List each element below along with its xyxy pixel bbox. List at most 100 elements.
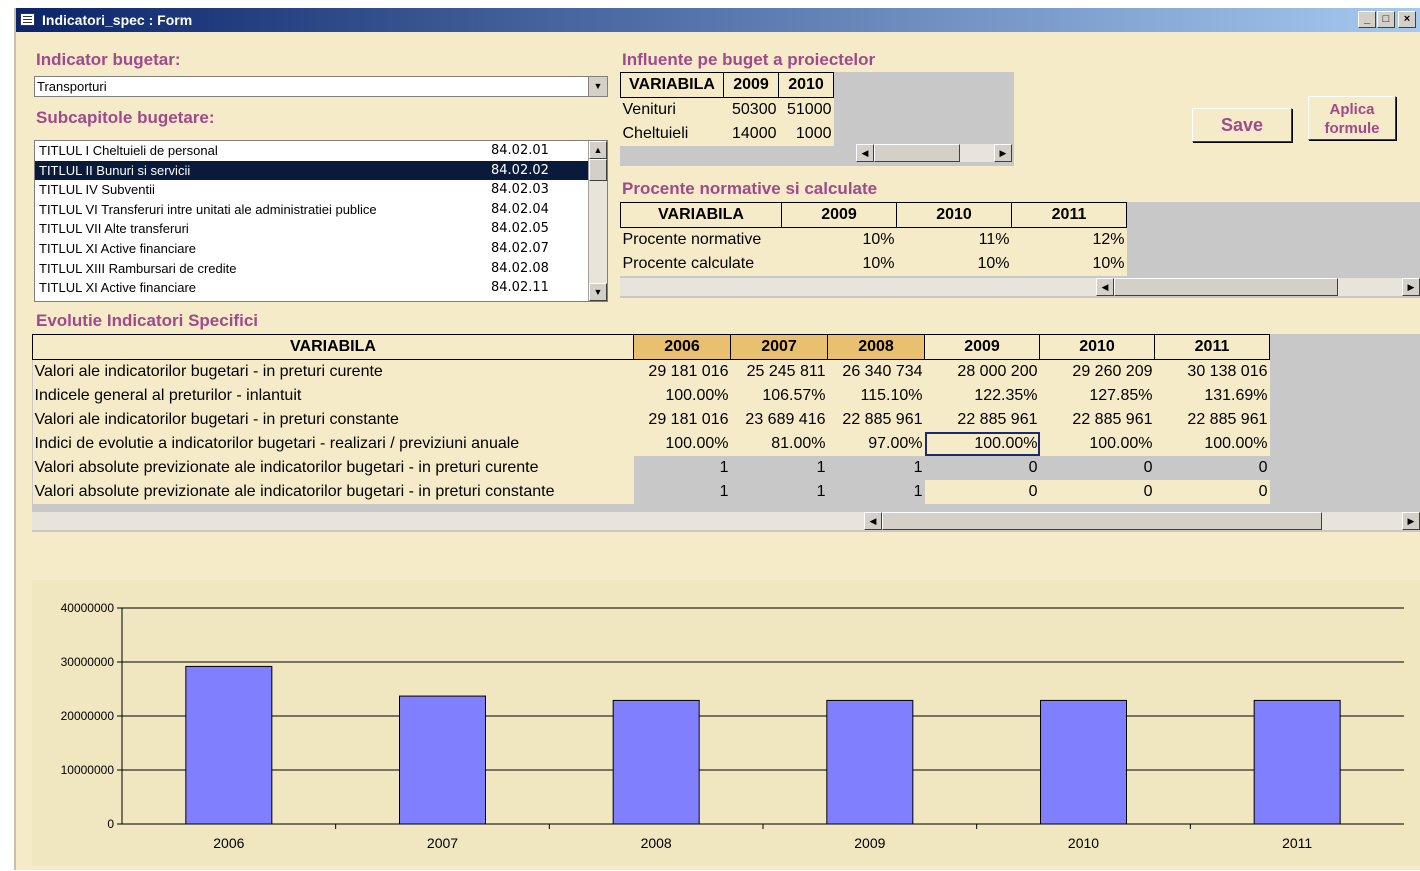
value-cell[interactable]: 50300	[723, 97, 779, 122]
column-header[interactable]: 2006	[633, 334, 731, 360]
scroll-thumb[interactable]	[589, 159, 607, 181]
subcapitole-scrollbar[interactable]: ▲ ▼	[588, 141, 607, 301]
value-cell[interactable]: 1	[730, 456, 828, 480]
list-item[interactable]: TITLUL XI Active financiare 84.02.07	[35, 239, 607, 259]
row-label-cell[interactable]: Indici de evolutie a indicatorilor buget…	[32, 432, 634, 456]
row-label-cell[interactable]: Procente calculate	[620, 252, 782, 276]
list-item[interactable]: TITLUL VII Alte transferuri 84.02.05	[35, 219, 607, 239]
minimize-button[interactable]: _	[1358, 11, 1376, 28]
value-cell[interactable]: 25 245 811	[730, 359, 828, 384]
value-cell[interactable]: 29 260 209	[1039, 359, 1155, 384]
subcapitole-listbox[interactable]: TITLUL I Cheltuieli de personal 84.02.01 T…	[34, 140, 608, 302]
value-cell[interactable]: 97.00%	[827, 432, 925, 456]
value-cell[interactable]: 23 689 416	[730, 408, 828, 432]
row-label-cell[interactable]: Valori ale indicatorilor bugetari - in p…	[32, 408, 634, 432]
value-cell[interactable]: 22 885 961	[1039, 408, 1155, 432]
value-cell[interactable]: 12%	[1011, 227, 1127, 252]
scroll-thumb[interactable]	[874, 144, 960, 162]
value-cell[interactable]: 115.10%	[827, 384, 925, 408]
table-row[interactable]: Procente normative 10% 11% 12%	[620, 227, 1127, 252]
value-cell[interactable]: 100.00%	[1154, 432, 1270, 456]
scroll-right-icon[interactable]: ▶	[1402, 278, 1420, 296]
list-item[interactable]: TITLUL II Bunuri si servicii 84.02.02	[35, 160, 607, 181]
influente-grid[interactable]: VARIABILA 2009 2010 Venituri 50300 51000 Chelt…	[620, 72, 1014, 166]
value-cell[interactable]: 106.57%	[730, 384, 828, 408]
column-header[interactable]: 2009	[924, 334, 1040, 360]
row-label-cell[interactable]: Procente normative	[620, 227, 782, 252]
column-header[interactable]: 2009	[723, 72, 779, 98]
value-cell[interactable]: 81.00%	[730, 432, 828, 456]
save-button[interactable]: Save	[1192, 108, 1292, 142]
value-cell[interactable]: 1	[633, 456, 731, 480]
value-cell[interactable]: 127.85%	[1039, 384, 1155, 408]
value-cell[interactable]: 30 138 016	[1154, 359, 1270, 384]
value-cell[interactable]: 122.35%	[924, 384, 1040, 408]
column-header[interactable]: VARIABILA	[32, 334, 634, 360]
list-item[interactable]: TITLUL XI Active financiare 84.02.11	[35, 278, 607, 298]
scroll-right-icon[interactable]: ▶	[994, 144, 1012, 162]
table-row[interactable]: Valori ale indicatorilor bugetari - in p…	[32, 359, 1270, 384]
table-row[interactable]: Venituri 50300 51000	[620, 97, 834, 122]
row-label-cell[interactable]: Indicele general al preturilor - inlantu…	[32, 384, 634, 408]
row-label-cell[interactable]: Valori ale indicatorilor bugetari - in p…	[32, 359, 634, 384]
scroll-thumb[interactable]	[1114, 278, 1338, 296]
list-item[interactable]: TITLUL IV Subventii 84.02.03	[35, 180, 607, 200]
value-cell[interactable]: 29 181 016	[633, 408, 731, 432]
chevron-down-icon[interactable]: ▼	[588, 77, 607, 96]
value-cell[interactable]: 29 181 016	[633, 359, 731, 384]
table-row[interactable]: Valori ale indicatorilor bugetari - in p…	[32, 408, 1270, 432]
row-label-cell[interactable]: Valori absolute previzionate ale indicat…	[32, 456, 634, 480]
value-cell[interactable]: 1	[633, 480, 731, 504]
scroll-left-icon[interactable]: ◀	[1096, 278, 1114, 296]
scroll-up-icon[interactable]: ▲	[589, 141, 607, 159]
value-cell[interactable]: 1	[827, 480, 925, 504]
maximize-button[interactable]: □	[1377, 11, 1395, 28]
value-cell[interactable]: 100.00%	[633, 384, 731, 408]
table-row[interactable]: Indicele general al preturilor - inlantu…	[32, 384, 1270, 408]
value-cell[interactable]: 22 885 961	[924, 408, 1040, 432]
value-cell[interactable]: 26 340 734	[827, 359, 925, 384]
value-cell[interactable]: 10%	[1011, 252, 1127, 276]
column-header[interactable]: 2011	[1011, 202, 1127, 228]
value-cell[interactable]: 14000	[723, 122, 779, 146]
column-header[interactable]: 2011	[1154, 334, 1270, 360]
evolutie-hscroll[interactable]: ◀ ▶	[32, 512, 1420, 530]
value-cell[interactable]: 1	[730, 480, 828, 504]
evolutie-grid[interactable]: VARIABILA 2006 2007 2008 2009 2010 2011 Valori …	[32, 334, 1420, 532]
value-cell[interactable]: 0	[1154, 456, 1270, 480]
value-cell[interactable]: 0	[924, 456, 1040, 480]
value-cell[interactable]: 22 885 961	[827, 408, 925, 432]
value-cell[interactable]: 22 885 961	[1154, 408, 1270, 432]
column-header[interactable]: 2010	[778, 72, 834, 98]
value-cell[interactable]: 1	[827, 456, 925, 480]
row-label-cell[interactable]: Cheltuieli	[620, 122, 724, 146]
table-row[interactable]: Valori absolute previzionate ale indicat…	[32, 456, 1270, 480]
value-cell[interactable]: 0	[1154, 480, 1270, 504]
row-label-cell[interactable]: Venituri	[620, 97, 724, 122]
indicator-combo[interactable]: Transporturi ▼	[34, 76, 608, 97]
scroll-down-icon[interactable]: ▼	[589, 283, 607, 301]
row-label-cell[interactable]: Valori absolute previzionate ale indicat…	[32, 480, 634, 504]
value-cell[interactable]: 100.00%	[924, 432, 1040, 456]
procente-grid[interactable]: VARIABILA 2009 2010 2011 Procente normative 1…	[620, 202, 1420, 298]
value-cell[interactable]: 28 000 200	[924, 359, 1040, 384]
table-row[interactable]: Valori absolute previzionate ale indicat…	[32, 480, 1270, 504]
value-cell[interactable]: 11%	[896, 227, 1012, 252]
scroll-right-icon[interactable]: ▶	[1402, 512, 1420, 530]
aplica-formule-button[interactable]: Aplica formule	[1308, 96, 1396, 140]
value-cell[interactable]: 10%	[781, 227, 897, 252]
value-cell[interactable]: 0	[924, 480, 1040, 504]
column-header[interactable]: 2010	[896, 202, 1012, 228]
scroll-thumb[interactable]	[882, 512, 1322, 530]
value-cell[interactable]: 131.69%	[1154, 384, 1270, 408]
column-header[interactable]: VARIABILA	[620, 72, 724, 98]
influente-hscroll[interactable]: ◀ ▶	[856, 144, 1012, 162]
column-header[interactable]: 2009	[781, 202, 897, 228]
value-cell[interactable]: 10%	[896, 252, 1012, 276]
value-cell[interactable]: 0	[1039, 456, 1155, 480]
scroll-left-icon[interactable]: ◀	[864, 512, 882, 530]
close-button[interactable]: ×	[1398, 11, 1416, 28]
title-bar[interactable]: Indicatori_spec : Form _ □ ×	[16, 8, 1420, 32]
value-cell[interactable]: 1000	[778, 122, 834, 146]
list-item[interactable]: TITLUL XIII Rambursari de credite 84.02.0…	[35, 259, 607, 279]
